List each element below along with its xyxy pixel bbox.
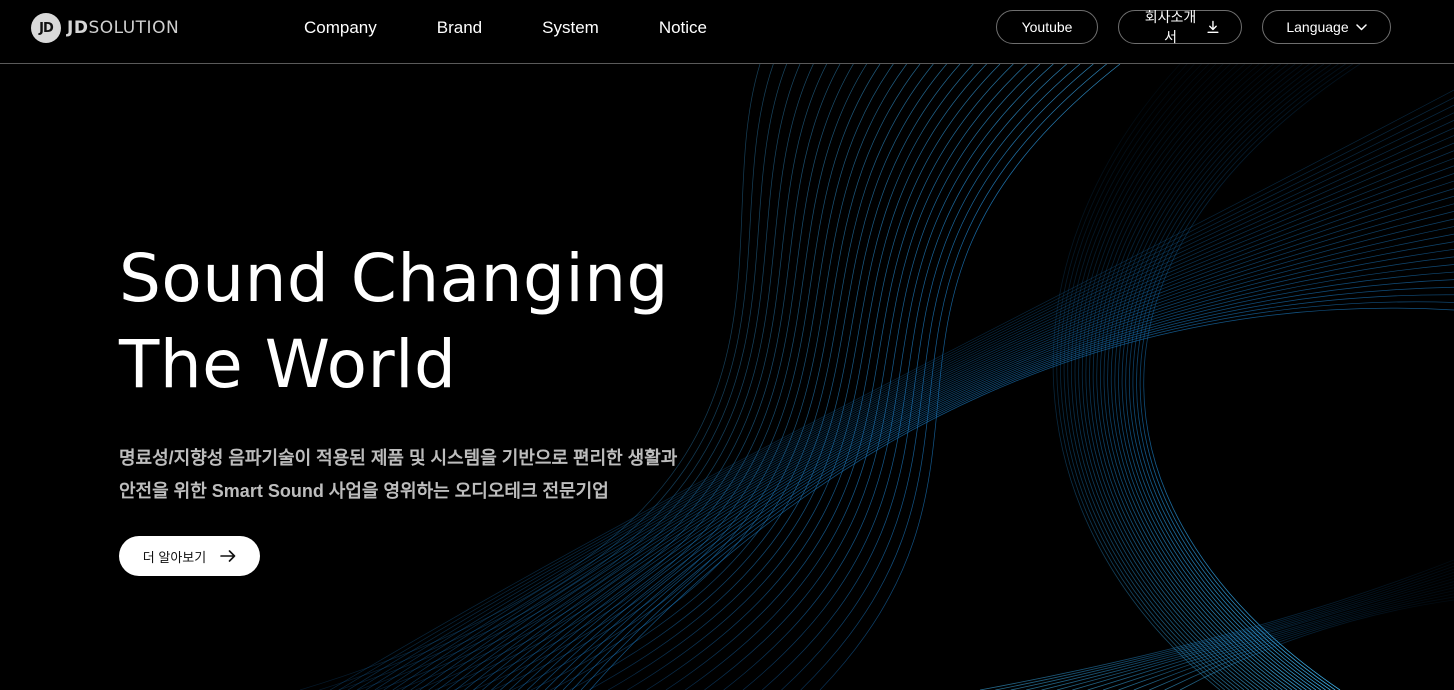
header-actions: Youtube 회사소개서 Language: [996, 9, 1391, 45]
wave-line: [571, 294, 1454, 690]
logo-text: JD SOLUTION: [67, 18, 179, 38]
language-select-button[interactable]: Language: [1262, 10, 1391, 44]
logo-text-bold: JD: [67, 18, 89, 38]
nav-item-brand[interactable]: Brand: [437, 17, 482, 39]
wave-ribbon-line: [1118, 63, 1310, 690]
main-nav: Company Brand System Notice: [304, 17, 707, 39]
hero-title: Sound Changing The World: [119, 236, 677, 408]
hero-section: Sound Changing The World 명료성/지향성 음파기술이 적…: [119, 236, 677, 576]
youtube-button[interactable]: Youtube: [996, 10, 1098, 44]
learn-more-label: 더 알아보기: [142, 549, 207, 565]
wave-cross-line: [1133, 590, 1454, 690]
site-logo[interactable]: JD JD SOLUTION: [31, 12, 179, 44]
chevron-down-icon: [1355, 23, 1367, 30]
language-button-label: Language: [1286, 19, 1349, 35]
wave-ribbon-line: [1132, 63, 1339, 690]
download-icon: [1207, 20, 1219, 34]
wave-ribbon-line: [1139, 63, 1354, 690]
wave-line: [781, 63, 1094, 690]
brochure-download-button[interactable]: 회사소개서: [1118, 9, 1242, 45]
hero-title-line-2: The World: [119, 326, 457, 403]
hero-title-line-1: Sound Changing: [119, 240, 669, 317]
wave-cross-line: [995, 562, 1454, 690]
nav-item-company[interactable]: Company: [304, 17, 377, 39]
hero-description-line-1: 명료성/지향성 음파기술이 적용된 제품 및 시스템을 기반으로 편리한 생활과: [119, 448, 678, 468]
wave-ribbon-line: [1074, 63, 1250, 690]
wave-line: [580, 301, 1454, 690]
logo-mark: JD: [31, 13, 61, 43]
brochure-button-label: 회사소개서: [1144, 9, 1197, 45]
learn-more-button[interactable]: 더 알아보기: [119, 536, 260, 576]
wave-ribbon-line: [1143, 63, 1361, 690]
hero-description: 명료성/지향성 음파기술이 적용된 제품 및 시스템을 기반으로 편리한 생활과…: [119, 442, 677, 508]
hero-description-line-2: 안전을 위한 Smart Sound 사업을 영위하는 오디오테크 전문기업: [119, 481, 609, 501]
wave-ribbon-line: [1128, 63, 1332, 690]
page: JD JD SOLUTION Company Brand System Noti…: [0, 0, 1454, 690]
nav-item-system[interactable]: System: [542, 17, 599, 39]
nav-item-notice[interactable]: Notice: [659, 17, 707, 39]
wave-ribbon-line: [1125, 63, 1325, 690]
wave-ribbon-line: [1110, 63, 1298, 690]
logo-text-light: SOLUTION: [88, 18, 180, 38]
wave-ribbon-line: [1136, 63, 1346, 690]
wave-line: [665, 63, 1014, 690]
site-header: JD JD SOLUTION Company Brand System Noti…: [0, 0, 1454, 64]
youtube-button-label: Youtube: [1021, 19, 1073, 35]
arrow-right-icon: [220, 550, 236, 562]
